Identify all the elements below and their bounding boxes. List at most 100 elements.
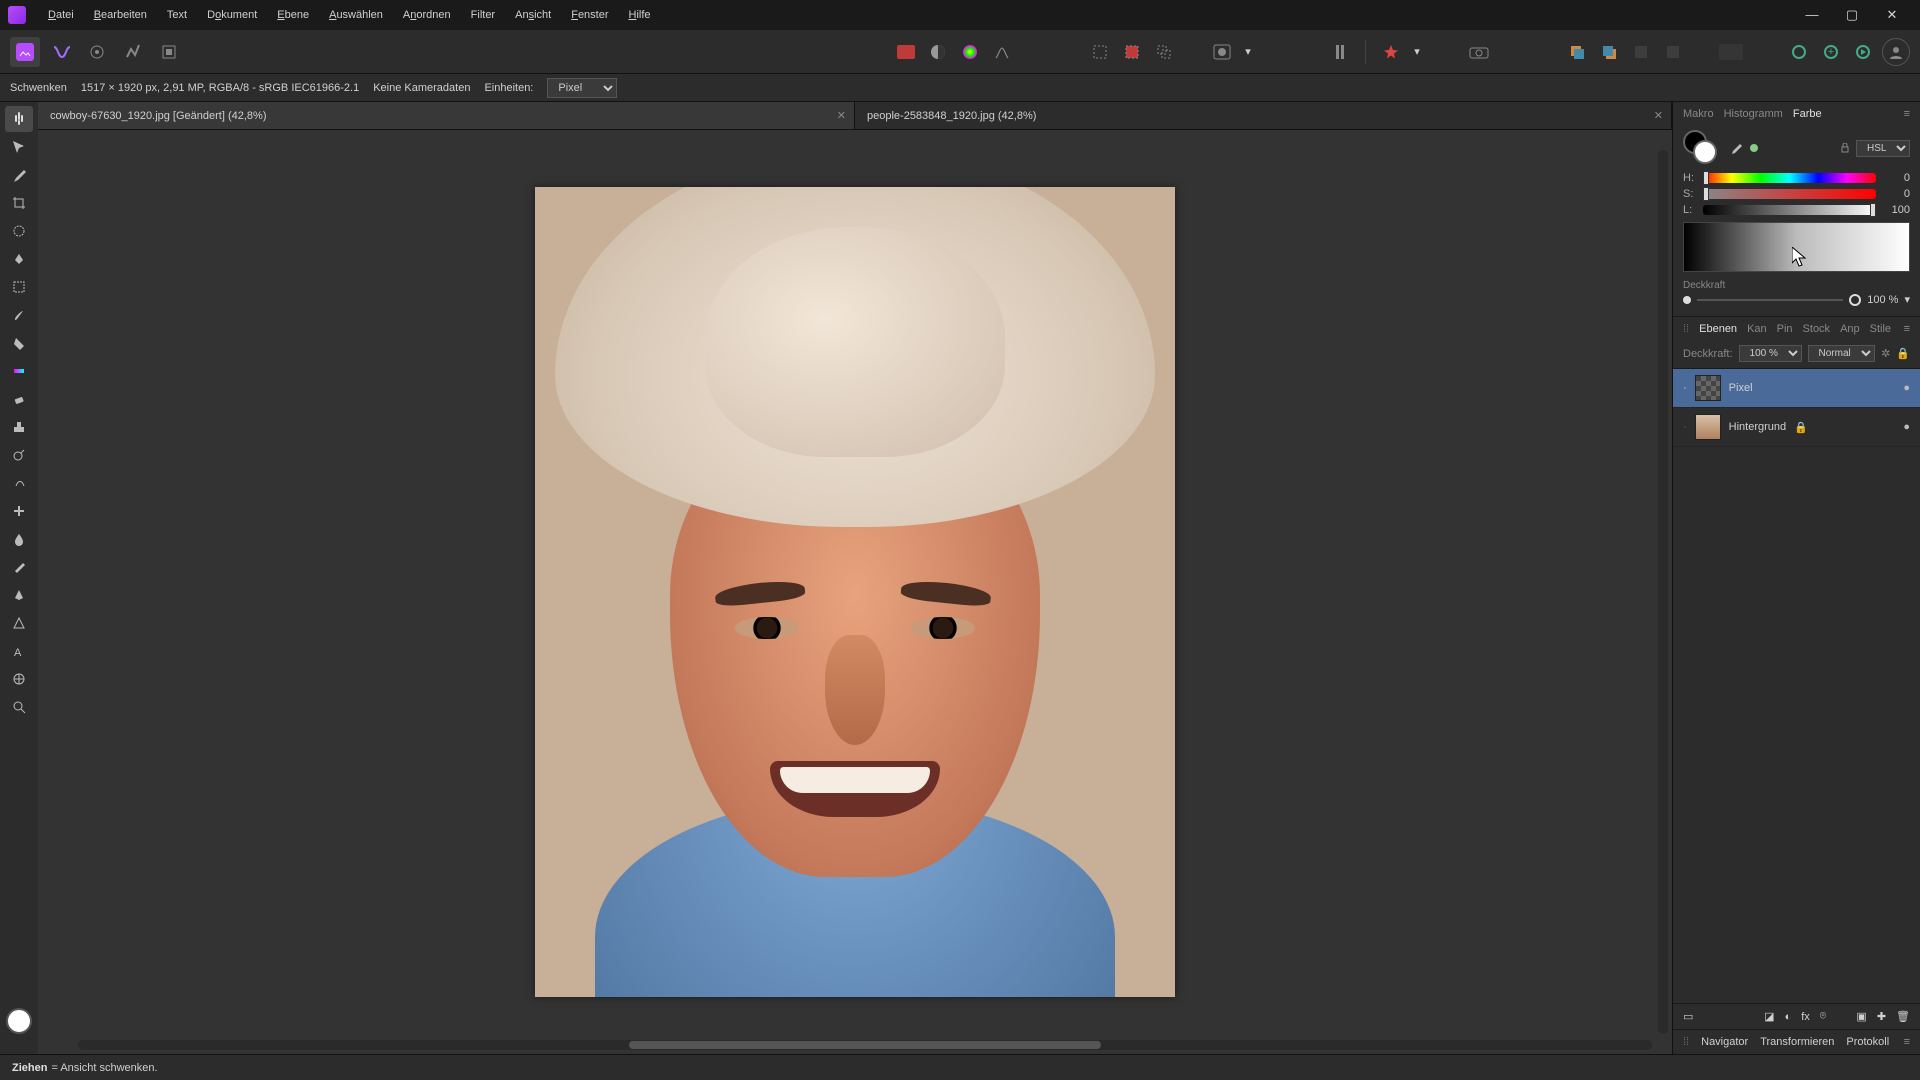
menu-anordnen[interactable]: Anordnen [393, 3, 461, 27]
menu-bearbeiten[interactable]: Bearbeiten [84, 3, 157, 27]
minimize-button[interactable]: — [1792, 1, 1832, 29]
tab-kan[interactable]: Kan [1747, 323, 1767, 335]
tab-navigator[interactable]: Navigator [1701, 1036, 1748, 1048]
mesh-tool-icon[interactable] [5, 666, 33, 692]
sync-add-icon[interactable]: + [1818, 39, 1844, 65]
doc-tab-2-close-icon[interactable]: ✕ [1654, 109, 1663, 122]
arrange-back-icon[interactable] [1564, 39, 1590, 65]
pen-tool-icon[interactable] [5, 582, 33, 608]
selection-add-icon[interactable] [1119, 39, 1145, 65]
tab-transformieren[interactable]: Transformieren [1760, 1036, 1834, 1048]
units-select[interactable]: Pixel [547, 78, 617, 98]
lock-color-icon[interactable] [1840, 143, 1850, 153]
menu-datei[interactable]: Datei [38, 3, 84, 27]
retouch-tool-icon[interactable] [5, 554, 33, 580]
adjust-layer-icon[interactable]: ◐ [1785, 1011, 1792, 1023]
menu-text[interactable]: Text [157, 3, 197, 27]
tab-histogramm[interactable]: Histogramm [1724, 108, 1783, 120]
tab-farbe[interactable]: Farbe [1793, 108, 1822, 120]
menu-filter[interactable]: Filter [461, 3, 505, 27]
sat-slider[interactable] [1703, 189, 1876, 199]
menu-auswaehlen[interactable]: Auswählen [319, 3, 393, 27]
eyedropper-icon[interactable] [1729, 141, 1743, 155]
close-button[interactable]: ✕ [1872, 1, 1912, 29]
show-grid-icon[interactable] [1327, 39, 1353, 65]
account-icon[interactable] [1882, 38, 1910, 66]
lig-slider[interactable] [1703, 205, 1876, 215]
lightness-preview[interactable] [1683, 222, 1910, 272]
autolevels-icon[interactable] [989, 39, 1015, 65]
layer-hintergrund-visibility-icon[interactable]: ● [1903, 421, 1910, 433]
panel-drag-icon[interactable]: ⁞⁞ [1683, 1036, 1689, 1048]
opacity-slider[interactable] [1697, 299, 1843, 301]
selection-new-icon[interactable] [1087, 39, 1113, 65]
layer-expand-icon[interactable]: · [1683, 382, 1687, 394]
layer-fx-icon[interactable]: ✲ [1881, 347, 1890, 360]
gradient-tool-icon[interactable] [5, 358, 33, 384]
hue-slider[interactable] [1703, 173, 1876, 183]
layers-panel-menu-icon[interactable]: ≡ [1904, 323, 1910, 335]
text-tool-icon[interactable]: A [5, 638, 33, 664]
zoom-tool-icon[interactable] [5, 694, 33, 720]
color-model-select[interactable]: HSL [1856, 140, 1910, 157]
marquee-tool-icon[interactable] [5, 274, 33, 300]
fill-tool-icon[interactable] [5, 330, 33, 356]
move-tool-icon[interactable] [5, 134, 33, 160]
tab-stile[interactable]: Stile [1870, 323, 1891, 335]
colorpicker-tool-icon[interactable] [5, 162, 33, 188]
flood-select-tool-icon[interactable] [5, 246, 33, 272]
tab-anp[interactable]: Anp [1840, 323, 1860, 335]
doc-tab-1[interactable]: cowboy-67630_1920.jpg [Geändert] (42,8%)… [38, 102, 855, 129]
arrange-front-icon[interactable] [1596, 39, 1622, 65]
quickmask-icon[interactable] [1209, 39, 1235, 65]
panel-drag-icon[interactable]: ⁞⁞ [1683, 323, 1689, 335]
tab-pin[interactable]: Pin [1777, 323, 1793, 335]
export-persona-icon[interactable] [154, 37, 184, 67]
selection-brush-tool-icon[interactable] [5, 218, 33, 244]
opacity-dropdown-icon[interactable]: ▾ [1904, 293, 1910, 306]
crop-tool-icon[interactable] [5, 190, 33, 216]
doc-tab-2[interactable]: people-2583848_1920.jpg (42,8%) ✕ [855, 102, 1672, 129]
tab-makro[interactable]: Makro [1683, 108, 1714, 120]
sync-icon[interactable] [1786, 39, 1812, 65]
delete-layer-icon[interactable]: 🗑 [1896, 1010, 1910, 1023]
layer-pixel-visibility-icon[interactable]: ● [1903, 382, 1910, 394]
quickmask-dropdown-icon[interactable]: ▾ [1241, 39, 1255, 65]
color-swatch-icon[interactable] [6, 1008, 32, 1034]
develop-persona-icon[interactable] [82, 37, 112, 67]
vertical-scrollbar[interactable] [1658, 150, 1668, 1034]
fx-layer-icon[interactable]: fx [1801, 1011, 1810, 1023]
sync-go-icon[interactable] [1850, 39, 1876, 65]
layer-hintergrund[interactable]: · Hintergrund 🔒 ● [1673, 408, 1920, 447]
healing-tool-icon[interactable] [5, 498, 33, 524]
assistant-dropdown-icon[interactable]: ▾ [1410, 39, 1424, 65]
menu-ebene[interactable]: Ebene [267, 3, 319, 27]
menu-dokument[interactable]: Dokument [197, 3, 267, 27]
pan-tool-icon[interactable] [5, 106, 33, 132]
blend-mode-select[interactable]: Normal [1808, 345, 1876, 362]
mask-layer-icon[interactable]: ◪ [1764, 1010, 1774, 1023]
color-panel-menu-icon[interactable]: ≡ [1904, 108, 1910, 120]
shape-tool-icon[interactable] [5, 610, 33, 636]
snapshot-icon[interactable] [1466, 39, 1492, 65]
liquify-persona-icon[interactable] [46, 37, 76, 67]
tab-ebenen[interactable]: Ebenen [1699, 323, 1737, 335]
autocolor-icon[interactable] [893, 39, 919, 65]
live-filter-icon[interactable]: ⌾ [1820, 1010, 1827, 1023]
dodge-tool-icon[interactable] [5, 442, 33, 468]
doc-tab-1-close-icon[interactable]: ✕ [837, 109, 846, 122]
add-layer-icon[interactable]: ✚ [1877, 1010, 1886, 1023]
horizontal-scrollbar[interactable] [78, 1040, 1652, 1050]
menu-fenster[interactable]: Fenster [561, 3, 618, 27]
selection-intersect-icon[interactable] [1151, 39, 1177, 65]
canvas[interactable] [38, 130, 1672, 1054]
photo-persona-icon[interactable] [10, 37, 40, 67]
layer-pixel[interactable]: · Pixel ● [1673, 369, 1920, 408]
tab-protokoll[interactable]: Protokoll [1846, 1036, 1889, 1048]
layer-opacity-select[interactable]: 100 % [1739, 345, 1802, 362]
autowb-icon[interactable] [957, 39, 983, 65]
bottom-panel-menu-icon[interactable]: ≡ [1904, 1036, 1910, 1048]
fg-bg-swatch-icon[interactable] [1683, 130, 1723, 166]
maximize-button[interactable]: ▢ [1832, 1, 1872, 29]
layer-lock-toggle-icon[interactable]: 🔒 [1896, 347, 1910, 360]
